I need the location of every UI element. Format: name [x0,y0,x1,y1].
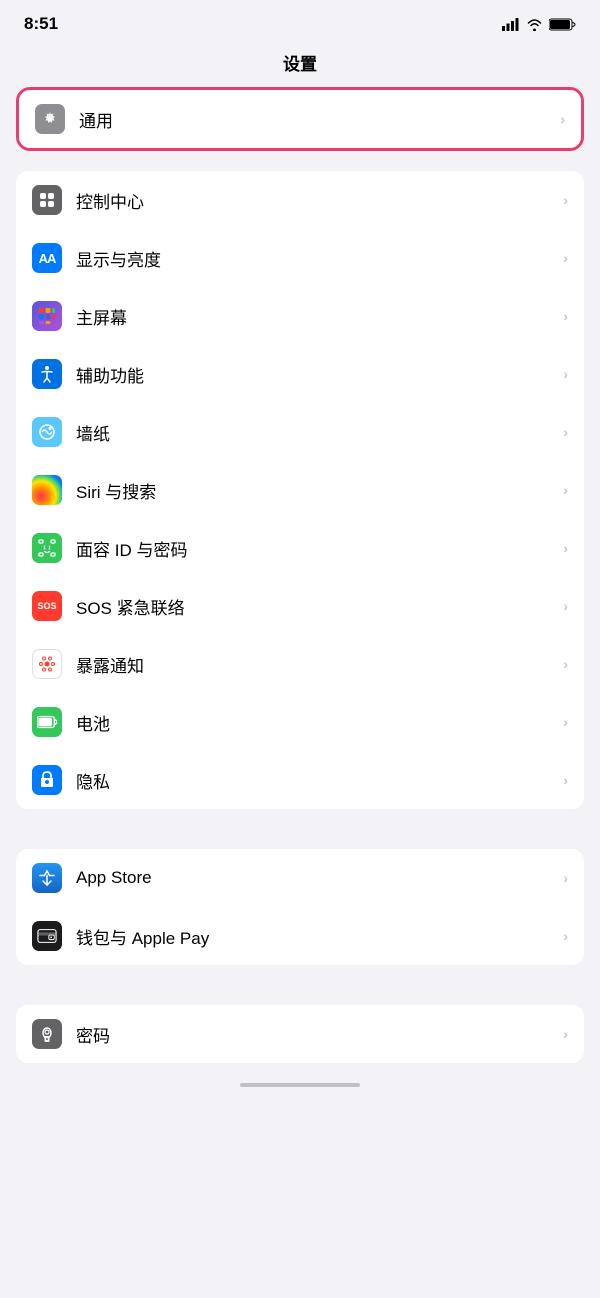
home-screen-icon [32,301,62,331]
wallet-icon [32,921,62,951]
control-center-chevron: › [563,192,568,208]
sos-chevron: › [563,598,568,614]
settings-group-2: App Store › 钱包与 Apple Pay › [16,849,584,965]
page-title: 设置 [0,42,600,87]
control-center-label: 控制中心 [76,188,563,213]
status-icons [502,18,576,31]
display-icon: AA [32,243,62,273]
app-store-chevron: › [563,870,568,886]
general-icon [35,104,65,134]
wallpaper-label: 墙纸 [76,420,563,445]
highlighted-section: 通用 › [16,87,584,151]
face-id-icon [32,533,62,563]
app-store-label: App Store [76,868,563,888]
settings-item-app-store[interactable]: App Store › [16,849,584,907]
accessibility-label: 辅助功能 [76,362,563,387]
battery-chevron: › [563,714,568,730]
settings-item-privacy[interactable]: 隐私 › [16,751,584,809]
settings-group-1: 控制中心 › AA 显示与亮度 › 主屏幕 › [16,171,584,809]
status-bar: 8:51 [0,0,600,42]
privacy-icon [32,765,62,795]
siri-label: Siri 与搜索 [76,478,563,503]
face-id-label: 面容 ID 与密码 [76,536,563,561]
home-screen-chevron: › [563,308,568,324]
siri-chevron: › [563,482,568,498]
home-indicator-area [0,1063,600,1097]
battery-icon [32,707,62,737]
signal-icon [502,18,520,31]
passwords-icon [32,1019,62,1049]
settings-item-wallpaper[interactable]: 墙纸 › [16,403,584,461]
privacy-chevron: › [563,772,568,788]
app-store-icon [32,863,62,893]
sos-icon: SOS [32,591,62,621]
settings-item-accessibility[interactable]: 辅助功能 › [16,345,584,403]
passwords-label: 密码 [76,1022,563,1047]
settings-item-face-id[interactable]: 面容 ID 与密码 › [16,519,584,577]
display-chevron: › [563,250,568,266]
settings-item-control-center[interactable]: 控制中心 › [16,171,584,229]
wallpaper-icon [32,417,62,447]
wallet-label: 钱包与 Apple Pay [76,924,563,949]
settings-item-battery[interactable]: 电池 › [16,693,584,751]
settings-group-3: 密码 › [16,1005,584,1063]
wallpaper-chevron: › [563,424,568,440]
display-label: 显示与亮度 [76,246,563,271]
battery-status-icon [549,18,576,31]
exposure-label: 暴露通知 [76,652,563,677]
settings-item-wallet[interactable]: 钱包与 Apple Pay › [16,907,584,965]
face-id-chevron: › [563,540,568,556]
home-indicator [240,1083,360,1087]
settings-item-display[interactable]: AA 显示与亮度 › [16,229,584,287]
privacy-label: 隐私 [76,768,563,793]
siri-icon [32,475,62,505]
accessibility-icon [32,359,62,389]
settings-item-siri[interactable]: Siri 与搜索 › [16,461,584,519]
wifi-icon [526,18,543,31]
passwords-chevron: › [563,1026,568,1042]
settings-item-sos[interactable]: SOS SOS 紧急联络 › [16,577,584,635]
accessibility-chevron: › [563,366,568,382]
battery-label: 电池 [76,710,563,735]
settings-item-home-screen[interactable]: 主屏幕 › [16,287,584,345]
status-time: 8:51 [24,14,58,34]
settings-item-general[interactable]: 通用 › [19,90,581,148]
sos-label: SOS 紧急联络 [76,594,563,619]
settings-item-passwords[interactable]: 密码 › [16,1005,584,1063]
home-screen-label: 主屏幕 [76,304,563,329]
exposure-icon [32,649,62,679]
general-chevron: › [560,111,565,127]
settings-item-exposure[interactable]: 暴露通知 › [16,635,584,693]
wallet-chevron: › [563,928,568,944]
control-center-icon [32,185,62,215]
general-label: 通用 [79,107,560,132]
exposure-chevron: › [563,656,568,672]
